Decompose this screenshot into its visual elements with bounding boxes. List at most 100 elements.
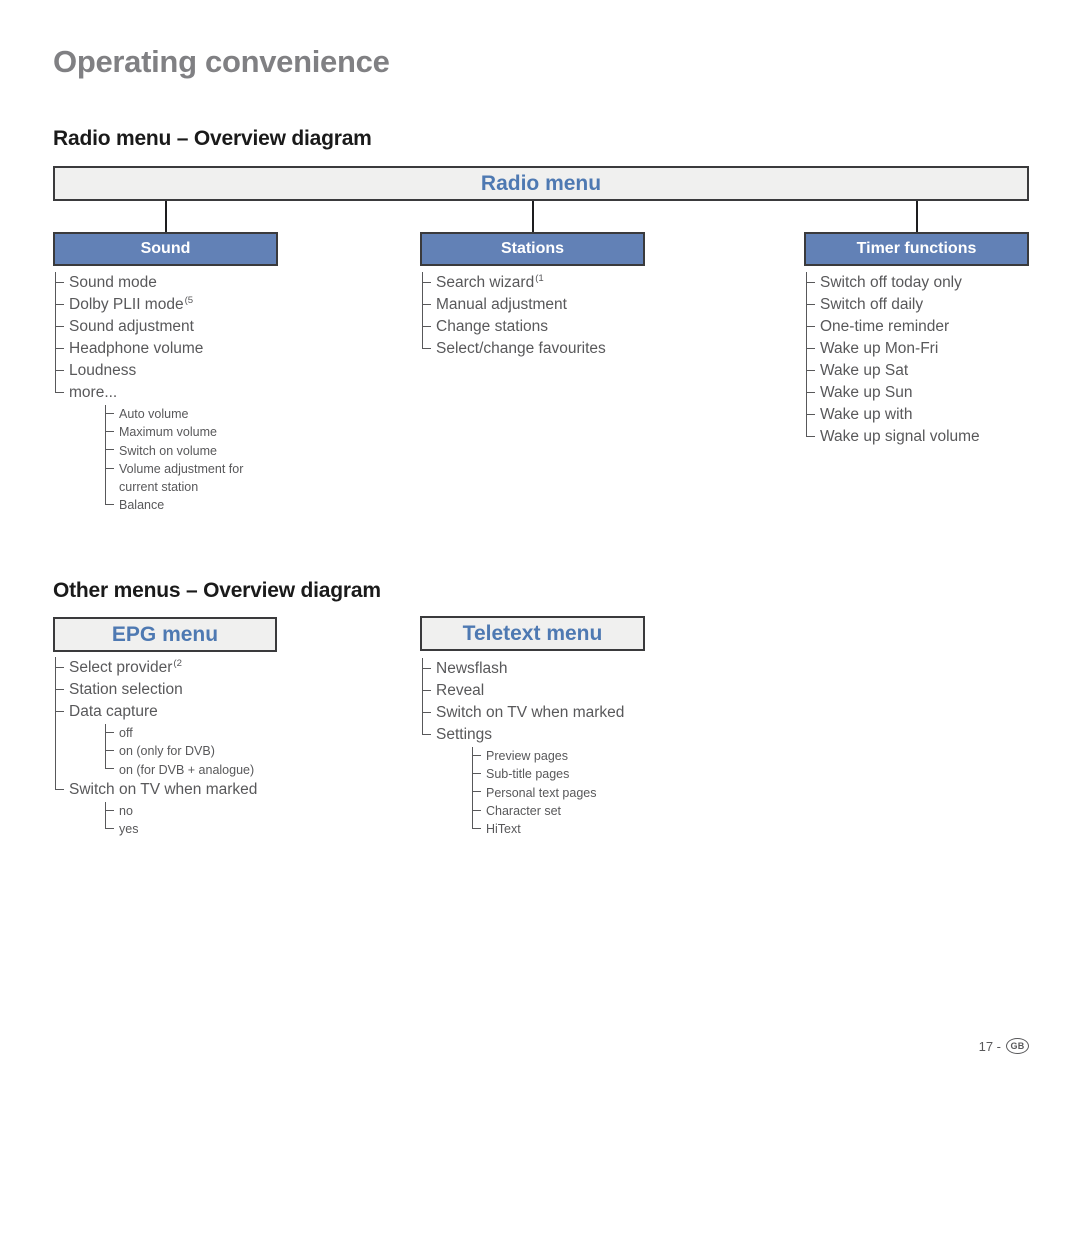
tree-item: Search wizard(1 [422,272,722,294]
tree-item-label: on (only for DVB) [105,742,385,760]
tree-item: Headphone volume [55,338,385,360]
footnote-marker: (2 [173,657,182,669]
tree-item: more... Auto volume Maximum volume Switch o… [54,382,385,922]
timer-functions-column-header-label: Timer functions [856,240,977,257]
tree-item-label: Switch on TV when marked [422,702,722,724]
timer-functions-column-header-box: Timer functions [804,232,1029,266]
tree-item-label: Balance [104,496,385,922]
tree-subitem: Balance [104,496,385,922]
tree-item: Newsflash [422,658,722,680]
connector-root-to-timer [916,201,918,232]
tree-subitem: Auto volume [105,405,385,423]
tree-item-label: yes [104,820,385,1238]
section-heading-radio-menu: Radio menu – Overview diagram [53,127,372,150]
tree-item: One-time reminder [806,316,1076,338]
document-page: Operating convenience Radio menu – Overv… [0,0,1080,1238]
region-badge: GB [1006,1038,1029,1054]
tree-item-label: Character set [472,802,722,820]
tree-subitem: Switch on volume [105,442,385,460]
tree-item-label: Wake up Sun [806,382,1076,404]
tree-item: Wake up Mon-Fri [806,338,1076,360]
tree-item-label: Newsflash [422,658,722,680]
tree-item: Switch off daily [806,294,1076,316]
stations-column-header-label: Stations [500,240,565,257]
tree-item: Sound adjustment [55,316,385,338]
radio-menu-root-label: Radio menu [480,171,602,195]
stations-menu-tree: Search wizard(1 Manual adjustment Change s… [421,272,722,761]
tree-item-label: Station selection [55,679,385,701]
tree-item: Station selection [55,679,385,701]
tree-item-label: Select/change favourites [421,338,722,761]
tree-item: Select provider(2 [55,657,385,679]
tree-item-label: Switch off today only [806,272,1076,294]
tree-item: Loudness [55,360,385,382]
tree-item-label: Maximum volume [105,423,385,441]
page-title: Operating convenience [53,44,390,79]
stations-column-header-box: Stations [420,232,645,266]
tree-item: Wake up signal volume [805,426,1076,849]
tree-item-label: Settings [421,724,722,1147]
tree-item: Manual adjustment [422,294,722,316]
tree-item: Switch on TV when marked no yes [54,779,385,1238]
tree-item-label: Reveal [422,680,722,702]
tree-item: Settings Preview pages Sub-title pages Pers… [421,724,722,1238]
tree-item-label: Change stations [422,316,722,338]
tree-item: Wake up with [806,404,1076,426]
tree-subitem: Sub-title pages [472,765,722,783]
tree-subitem: Preview pages [472,747,722,765]
tree-subitem: yes [104,820,385,1238]
tree-subitem: Volume adjustment for current station [105,460,385,497]
tree-item: Dolby PLII mode(5 [55,294,385,316]
tree-item: Sound mode [55,272,385,294]
tree-item: Switch off today only [806,272,1076,294]
tree-item-label: Wake up signal volume [805,426,1076,849]
epg-menu-tree: Select provider(2 Station selection Data c… [54,657,385,1238]
tree-item-label: Select provider(2 [55,657,385,679]
sound-column-header-box: Sound [53,232,278,266]
page-footer: 17 - GB [979,1038,1029,1054]
tree-subitem: HiText [471,820,722,1238]
teletext-menu-root-box: Teletext menu [420,616,645,651]
tree-subitem: off [105,724,385,742]
tree-item-label: Wake up Sat [806,360,1076,382]
sound-column-header-label: Sound [140,240,191,257]
footnote-marker: (1 [535,272,544,284]
tree-item-label: Preview pages [472,747,722,765]
tree-item-label: Search wizard(1 [422,272,722,294]
section-heading-other-menus: Other menus – Overview diagram [53,579,381,602]
tree-item-label: Auto volume [105,405,385,423]
tree-item-label: Sound mode [55,272,385,294]
tree-subitem: Character set [472,802,722,820]
tree-item-label: Switch off daily [806,294,1076,316]
tree-item-label: Manual adjustment [422,294,722,316]
tree-subitem: no [105,802,385,820]
tree-item: Switch on TV when marked [422,702,722,724]
epg-menu-root-label: EPG menu [111,622,219,646]
tree-item-label: more... [54,382,385,805]
footnote-marker: (5 [184,294,194,306]
tree-item-label: Dolby PLII mode(5 [55,294,385,316]
tree-item-label: Wake up with [806,404,1076,426]
tree-item: Reveal [422,680,722,702]
connector-root-to-stations [532,201,534,232]
tree-item-label: on (for DVB + analogue) [104,761,385,1186]
radio-menu-root-box: Radio menu [53,166,1029,201]
sound-menu-tree: Sound mode Dolby PLII mode(5 Sound adjustm… [54,272,385,922]
tree-subitem: Personal text pages [472,784,722,802]
timer-functions-menu-tree: Switch off today only Switch off daily One… [805,272,1076,849]
tree-item-label: off [105,724,385,742]
tree-item-label: One-time reminder [806,316,1076,338]
teletext-menu-tree: Newsflash Reveal Switch on TV when marked S… [421,658,722,1238]
tree-item-label: Volume adjustment for current station [105,460,385,497]
tree-item-label: Sound adjustment [55,316,385,338]
tree-item: Wake up Sun [806,382,1076,404]
tree-item: Data capture off on (only for DVB) on (for … [55,701,385,1186]
tree-item: Select/change favourites [421,338,722,761]
tree-item-label: Sub-title pages [472,765,722,783]
tree-item-label: no [105,802,385,820]
page-number: 17 - [978,1038,1001,1054]
tree-item-label: Data capture [55,701,385,723]
tree-item-label: Switch on TV when marked [54,779,385,1201]
tree-item-label: Loudness [55,360,385,382]
teletext-menu-root-label: Teletext menu [462,621,603,645]
